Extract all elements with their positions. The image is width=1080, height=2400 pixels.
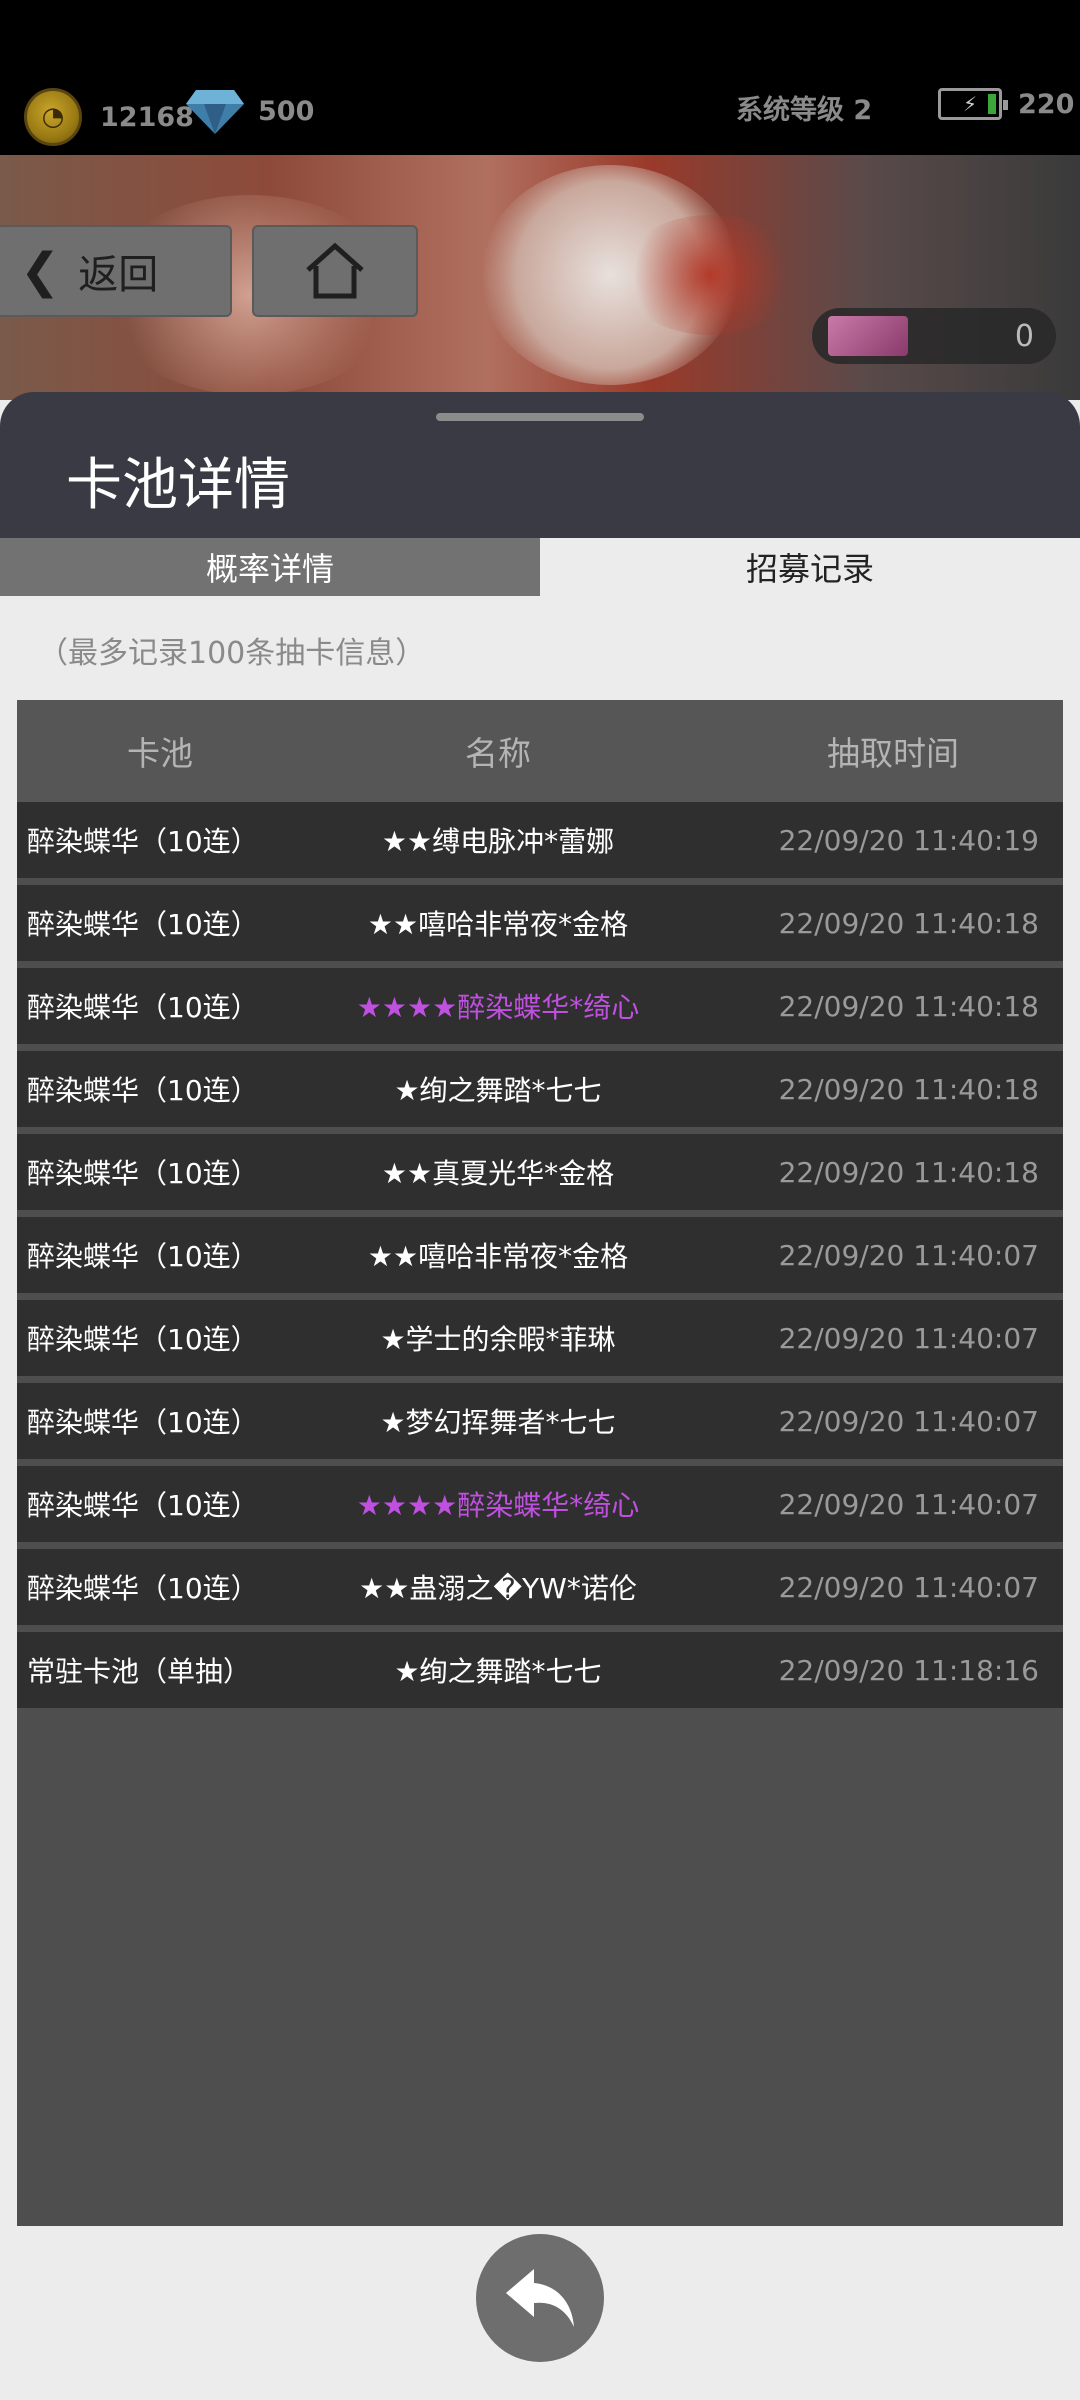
cell-time: 22/09/20 11:40:18 bbox=[778, 1155, 1039, 1189]
table-row: 醉染蝶华（10连） ★★缚电脉冲*蕾娜 22/09/20 11:40:19 bbox=[17, 802, 1063, 878]
coin-amount: 12168 bbox=[100, 101, 194, 133]
table-row: 醉染蝶华（10连） ★★蛊溺之�YW*诺伦 22/09/20 11:40:07 bbox=[17, 1549, 1063, 1625]
cell-time: 22/09/20 11:40:07 bbox=[778, 1238, 1039, 1272]
cell-name: ★★嘻哈非常夜*金格 bbox=[367, 908, 629, 941]
cell-name: ★学士的余暇*菲琳 bbox=[380, 1323, 616, 1356]
cell-time: 22/09/20 11:40:07 bbox=[778, 1404, 1039, 1438]
cell-name: ★★蛊溺之�YW*诺伦 bbox=[359, 1572, 637, 1605]
battery-icon: ⚡ bbox=[938, 88, 1008, 120]
gem-icon bbox=[186, 90, 244, 134]
ticket-amount: 0 bbox=[1014, 318, 1034, 354]
table-row: 醉染蝶华（10连） ★★★★醉染蝶华*绮心 22/09/20 11:40:07 bbox=[17, 1466, 1063, 1542]
cell-pool: 醉染蝶华（10连） bbox=[27, 1074, 259, 1107]
records-table: 卡池 名称 抽取时间 醉染蝶华（10连） ★★缚电脉冲*蕾娜 22/09/20 11… bbox=[17, 700, 1063, 2226]
table-row: 醉染蝶华（10连） ★★★★醉染蝶华*绮心 22/09/20 11:40:18 bbox=[17, 968, 1063, 1044]
energy-counter: ⚡ 220 bbox=[938, 88, 1074, 120]
table-body: 醉染蝶华（10连） ★★缚电脉冲*蕾娜 22/09/20 11:40:19 醉染蝶华（… bbox=[17, 802, 1063, 1708]
tab-recruit-records[interactable]: 招募记录 bbox=[540, 538, 1080, 596]
cell-pool: 醉染蝶华（10连） bbox=[27, 1323, 259, 1356]
cell-pool: 常驻卡池（单抽） bbox=[27, 1655, 252, 1688]
coin-icon: ◔ bbox=[24, 88, 82, 146]
cell-time: 22/09/20 11:40:18 bbox=[778, 906, 1039, 940]
back-button[interactable]: ❮ 返回 bbox=[0, 225, 232, 317]
cell-name: ★★★★醉染蝶华*绮心 bbox=[356, 991, 640, 1024]
header-pool: 卡池 bbox=[127, 734, 193, 773]
gem-amount: 500 bbox=[258, 95, 315, 127]
cell-pool: 醉染蝶华（10连） bbox=[27, 1406, 259, 1439]
cell-time: 22/09/20 11:40:07 bbox=[778, 1321, 1039, 1355]
cell-pool: 醉染蝶华（10连） bbox=[27, 1489, 259, 1522]
cell-name: ★★缚电脉冲*蕾娜 bbox=[381, 825, 615, 858]
panel-title: 卡池详情 bbox=[66, 453, 290, 518]
cell-pool: 醉染蝶华（10连） bbox=[27, 1240, 259, 1273]
tab-probability-details[interactable]: 概率详情 bbox=[0, 538, 540, 596]
cell-pool: 醉染蝶华（10连） bbox=[27, 991, 259, 1024]
panel-header: 卡池详情 bbox=[0, 392, 1080, 538]
table-row: 醉染蝶华（10连） ★★嘻哈非常夜*金格 22/09/20 11:40:07 bbox=[17, 1217, 1063, 1293]
table-row: 常驻卡池（单抽） ★绚之舞踏*七七 22/09/20 11:18:16 bbox=[17, 1632, 1063, 1708]
cell-pool: 醉染蝶华（10连） bbox=[27, 825, 259, 858]
table-row: 醉染蝶华（10连） ★学士的余暇*菲琳 22/09/20 11:40:07 bbox=[17, 1300, 1063, 1376]
cell-time: 22/09/20 11:40:07 bbox=[778, 1487, 1039, 1521]
cell-time: 22/09/20 11:18:16 bbox=[778, 1653, 1039, 1687]
return-button[interactable] bbox=[476, 2234, 604, 2362]
cell-time: 22/09/20 11:40:07 bbox=[778, 1570, 1039, 1604]
table-row: 醉染蝶华（10连） ★梦幻挥舞者*七七 22/09/20 11:40:07 bbox=[17, 1383, 1063, 1459]
cell-time: 22/09/20 11:40:18 bbox=[778, 1072, 1039, 1106]
ticket-counter: 0 bbox=[812, 308, 1056, 364]
drag-handle[interactable] bbox=[436, 413, 644, 421]
cell-name: ★绚之舞踏*七七 bbox=[394, 1655, 602, 1688]
table-row: 醉染蝶华（10连） ★★嘻哈非常夜*金格 22/09/20 11:40:18 bbox=[17, 885, 1063, 961]
ticket-icon bbox=[828, 316, 908, 356]
table-row: 醉染蝶华（10连） ★★真夏光华*金格 22/09/20 11:40:18 bbox=[17, 1134, 1063, 1210]
chevron-left-icon: ❮ bbox=[20, 243, 61, 299]
record-limit-note: （最多记录100条抽卡信息） bbox=[38, 636, 426, 671]
cell-time: 22/09/20 11:40:19 bbox=[778, 823, 1039, 857]
cell-name: ★★★★醉染蝶华*绮心 bbox=[356, 1489, 640, 1522]
home-icon bbox=[306, 242, 364, 299]
back-label: 返回 bbox=[78, 252, 159, 298]
return-arrow-icon bbox=[506, 2269, 574, 2327]
gem-counter: 500 bbox=[186, 88, 314, 134]
cell-name: ★绚之舞踏*七七 bbox=[394, 1074, 602, 1107]
cell-name: ★梦幻挥舞者*七七 bbox=[380, 1406, 616, 1439]
system-level: 系统等级 2 bbox=[736, 95, 873, 126]
table-header: 卡池 名称 抽取时间 bbox=[17, 700, 1063, 802]
cell-time: 22/09/20 11:40:18 bbox=[778, 989, 1039, 1023]
energy-amount: 220 bbox=[1018, 88, 1075, 120]
cell-pool: 醉染蝶华（10连） bbox=[27, 1572, 259, 1605]
cell-pool: 醉染蝶华（10连） bbox=[27, 908, 259, 941]
cell-name: ★★真夏光华*金格 bbox=[381, 1157, 615, 1190]
header-time: 抽取时间 bbox=[827, 734, 959, 773]
coin-counter: ◔ 12168 bbox=[24, 88, 194, 146]
resource-bar: ◔ 12168 500 系统等级 2 ⚡ 220 bbox=[0, 0, 1080, 155]
cell-name: ★★嘻哈非常夜*金格 bbox=[367, 1240, 629, 1273]
table-row: 醉染蝶华（10连） ★绚之舞踏*七七 22/09/20 11:40:18 bbox=[17, 1051, 1063, 1127]
tab-bar: 概率详情 招募记录 bbox=[0, 538, 1080, 596]
cell-pool: 醉染蝶华（10连） bbox=[27, 1157, 259, 1190]
header-name: 名称 bbox=[465, 734, 531, 773]
home-button[interactable] bbox=[252, 225, 418, 317]
